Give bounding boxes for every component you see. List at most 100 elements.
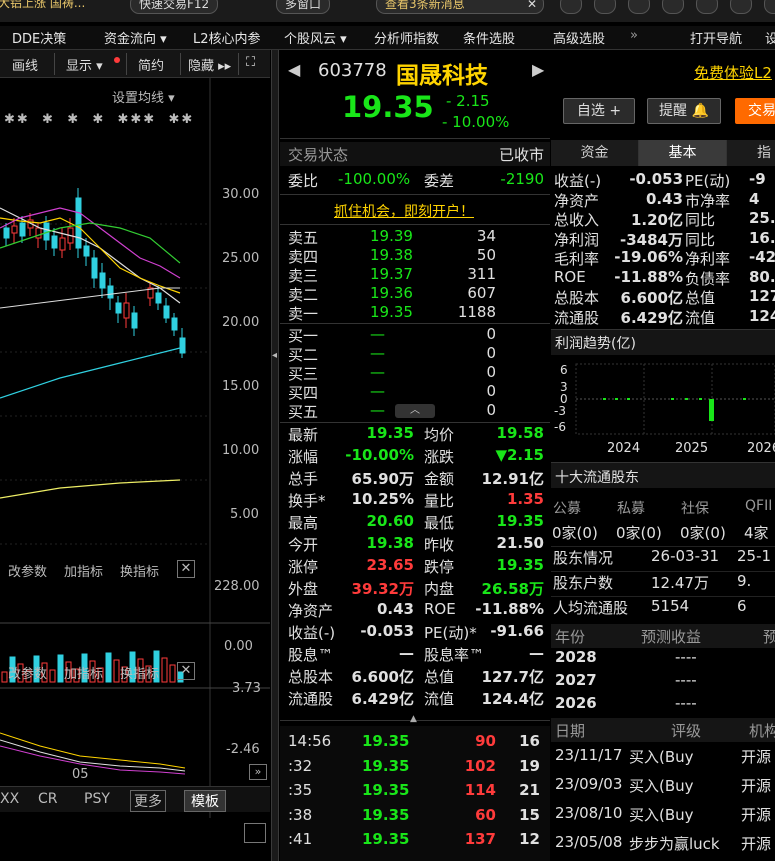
menu-advanced-screen[interactable]: 高级选股	[553, 28, 605, 47]
news-message-button[interactable]: 查看3条新消息 ✕	[376, 0, 544, 14]
ask-level-label: 卖二	[288, 286, 319, 304]
vol-switch-indicator[interactable]: 换指标	[120, 561, 159, 580]
watchlist-button[interactable]: 自选 +	[563, 98, 635, 124]
menu-dde[interactable]: DDE决策	[12, 28, 66, 47]
ind-switch-indicator[interactable]: 换指标	[120, 663, 159, 682]
ask-level-label: 卖三	[288, 267, 319, 285]
bid-row[interactable]: 买二 — 0	[280, 344, 550, 364]
bid-row[interactable]: 买三 — 0	[280, 363, 550, 383]
fund-value: -42.	[749, 248, 775, 266]
menu-icon[interactable]	[696, 0, 718, 14]
close-icon[interactable]: ✕	[527, 0, 537, 13]
panel-splitter[interactable]: ◂	[271, 50, 279, 861]
ind-add-indicator[interactable]: 加指标	[64, 663, 103, 682]
expand-icon[interactable]: ▲	[410, 714, 417, 724]
next-stock-icon[interactable]: ▶	[532, 60, 544, 79]
fund-value: -9	[749, 170, 766, 188]
tick-row: :32 19.35 102 19	[280, 757, 550, 779]
news-ticker[interactable]: 大铝上涨 国祷...	[0, 0, 93, 14]
ask-row[interactable]: 卖四 19.38 50	[280, 246, 550, 266]
tick-time: 14:56	[288, 732, 332, 750]
ask-row[interactable]: 卖二 19.36 607	[280, 284, 550, 304]
menu-condition-screen[interactable]: 条件选股	[463, 28, 515, 47]
forecast-value: ----	[675, 694, 697, 712]
quote-label: 今开	[288, 536, 319, 554]
ask-row[interactable]: 卖五 19.39 34	[280, 227, 550, 247]
bid-price: —	[370, 401, 385, 419]
display-button[interactable]: 显示 ▾	[66, 55, 103, 74]
quote-value: -11.88%	[475, 600, 544, 618]
trade-button[interactable]: 交易	[735, 98, 775, 124]
fundamentals-table: 收益(-) -0.053 PE(动) -9 净资产 0.43 市净率 4 总收入 1.20亿 同比 2…	[551, 170, 775, 327]
menu-analyst-index[interactable]: 分析师指数	[374, 28, 439, 47]
menu-stock-news[interactable]: 个股风云 ▾	[284, 28, 347, 47]
close-icon[interactable]: ✕	[177, 662, 195, 680]
fund-value: -11.88%	[614, 267, 683, 286]
scroll-right-icon[interactable]: »	[249, 764, 267, 780]
close-icon[interactable]: ✕	[177, 560, 195, 578]
menu-settings[interactable]: 设	[765, 28, 775, 47]
volume-bar	[161, 657, 168, 683]
rating-date: 23/09/03	[555, 775, 623, 793]
tab-template[interactable]: 模板	[184, 790, 226, 812]
menu-open-nav[interactable]: 打开导航	[690, 28, 742, 47]
rating-row[interactable]: 23/08/10 买入(Buy 开源	[551, 804, 775, 826]
tab-cr[interactable]: CR	[38, 791, 58, 807]
menu-more-icon[interactable]: »	[630, 28, 638, 43]
draw-line-button[interactable]: 画线	[12, 55, 38, 74]
mail-icon[interactable]	[594, 0, 616, 14]
tab-basic[interactable]: 基本	[639, 140, 727, 166]
collapse-book-icon[interactable]: ︿	[395, 404, 435, 418]
fullscreen-icon[interactable]: ⛶	[246, 55, 255, 70]
rating-org: 开源	[741, 777, 772, 795]
menu-fund-flow[interactable]: 资金流向 ▾	[104, 28, 167, 47]
alert-button[interactable]: 提醒 🔔	[647, 98, 721, 124]
quote-label: 量比	[424, 492, 455, 510]
fund-label: 同比	[685, 230, 716, 249]
tick-time: :35	[288, 781, 313, 799]
rating-row[interactable]: 23/11/17 买入(Buy 开源	[551, 746, 775, 768]
settings-icon[interactable]	[730, 0, 752, 14]
multi-window-button[interactable]: 多窗口	[276, 0, 331, 14]
simple-button[interactable]: 简约	[138, 55, 164, 74]
tick-volume: 60	[475, 805, 496, 824]
rating-row[interactable]: 23/05/08 步步为赢luck 开源	[551, 833, 775, 855]
ask-row[interactable]: 卖三 19.37 311	[280, 265, 550, 285]
ask-row[interactable]: 卖一 19.35 1188	[280, 303, 550, 323]
rating-row[interactable]: 23/09/03 买入(Buy 开源	[551, 775, 775, 797]
vol-add-indicator[interactable]: 加指标	[64, 561, 103, 580]
fund-value: -19.06%	[614, 248, 683, 266]
fund-label: 净利润	[554, 230, 600, 249]
tab-fund[interactable]: 资金	[551, 140, 639, 166]
bid-row[interactable]: 买四 — 0	[280, 382, 550, 402]
tab-more[interactable]: 更多	[130, 790, 166, 812]
hide-button[interactable]: 隐藏 ▸▸	[188, 55, 231, 74]
quick-trade-button[interactable]: 快速交易F12	[130, 0, 219, 14]
vol-edit-params[interactable]: 改参数	[8, 561, 47, 580]
bid-row[interactable]: 买一 — 0	[280, 325, 550, 345]
profit-trend-chart	[575, 363, 775, 435]
rating-value: 买入(Buy	[629, 748, 694, 766]
candle-body	[75, 197, 82, 249]
tab-psy[interactable]: PSY	[84, 791, 110, 807]
arrow-up-icon[interactable]	[560, 0, 582, 14]
tick-price: 19.35	[362, 732, 410, 750]
download-icon[interactable]	[244, 823, 266, 843]
open-account-link[interactable]: 抓住机会，即刻开户！	[334, 201, 474, 221]
holder-type: QFII	[745, 498, 773, 514]
free-trial-link[interactable]: 免费体验L2	[694, 62, 772, 83]
user-icon[interactable]	[662, 0, 684, 14]
rating-date: 23/08/10	[555, 804, 623, 822]
fund-label: 毛利率	[554, 250, 600, 268]
fund-label: 市净率	[685, 191, 731, 210]
collapse-left-icon[interactable]: ◂	[272, 350, 277, 361]
menu-l2-reference[interactable]: L2核心内参	[193, 28, 261, 47]
tab-indicator[interactable]: 指	[727, 140, 775, 166]
ask-price: 19.37	[370, 265, 413, 283]
ind-edit-params[interactable]: 改参数	[8, 663, 47, 682]
grid-icon[interactable]	[628, 0, 650, 14]
prev-stock-icon[interactable]: ◀	[288, 60, 300, 79]
tab-xx[interactable]: XX	[0, 791, 19, 807]
minimize-icon[interactable]	[764, 0, 775, 14]
ask-volume: 34	[476, 227, 496, 245]
